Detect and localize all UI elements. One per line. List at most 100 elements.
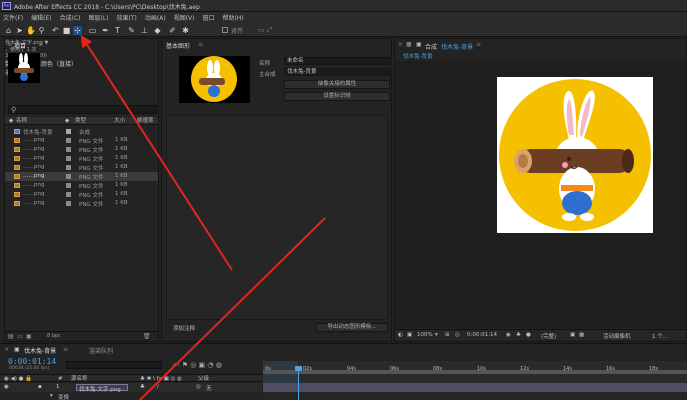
layer-switches-icon[interactable]: ♣ ✱ \ fx ▣ ◎ ◍ — [140, 375, 182, 383]
current-time[interactable]: 0:00:01:14 — [467, 332, 497, 338]
column-parent[interactable]: 父级 — [198, 375, 209, 383]
parent-select[interactable]: 无 — [206, 384, 212, 392]
menu-window[interactable]: 窗口 — [202, 13, 214, 22]
selection-tool-icon[interactable]: ➤ — [15, 26, 24, 35]
label-column-icon[interactable]: ◆ — [65, 117, 69, 125]
playhead-handle[interactable] — [295, 366, 302, 371]
panel-options-icon[interactable]: ≡ — [38, 41, 43, 48]
current-time-indicator[interactable] — [298, 366, 299, 400]
resolution-select[interactable]: (完整) — [541, 332, 556, 340]
grid-icon[interactable]: ⊞ — [445, 332, 450, 338]
project-row[interactable]: ……png PNG 文件 1 KB — [5, 199, 158, 208]
label-swatch[interactable] — [66, 156, 71, 161]
column-size[interactable]: 大小 — [114, 117, 125, 125]
menu-composition[interactable]: 合成(C) — [60, 13, 81, 22]
label-swatch[interactable] — [66, 183, 71, 188]
show-snapshot-icon[interactable]: ♣ — [516, 332, 521, 338]
export-motion-graphics-template-button[interactable]: 导出动态图形模板... — [316, 323, 388, 332]
type-tool-icon[interactable]: T — [113, 26, 122, 35]
av-features-icon[interactable]: ◉ ◀) ● 🔒 — [4, 375, 32, 383]
project-row[interactable]: ……png PNG 文件 1 KB — [5, 190, 158, 199]
tab-composition-name[interactable]: 伐木兔-背景 — [441, 42, 473, 51]
project-row-selected[interactable]: ……png PNG 文件 1 KB — [5, 172, 158, 181]
work-area-bar[interactable] — [263, 370, 687, 374]
label-swatch[interactable] — [66, 201, 71, 206]
column-source-name[interactable]: 源名称 — [71, 375, 88, 383]
new-composition-icon[interactable]: ▣ — [26, 333, 32, 340]
label-swatch[interactable] — [66, 147, 71, 152]
layer-name-field[interactable]: 伐木兔-文字.png — [76, 384, 128, 393]
layer-2d-icon[interactable]: / — [157, 384, 159, 390]
layer-row[interactable]: ◉ ▪ 1 伐木兔-文字.png ♣ / ◎ 无 — [0, 383, 262, 393]
puppet-tool-icon[interactable]: ✱ — [181, 26, 190, 35]
close-tab-icon[interactable]: ✕ — [398, 41, 403, 48]
interpret-footage-icon[interactable]: ▤ — [8, 333, 14, 340]
composition-viewer[interactable] — [395, 61, 686, 327]
roto-brush-tool-icon[interactable]: ✐ — [168, 26, 177, 35]
views-select[interactable]: 1 个... — [652, 332, 668, 340]
rotate-tool-icon[interactable]: ↶ — [51, 26, 60, 35]
expand-chevron-icon[interactable]: ▾ — [50, 393, 53, 399]
label-swatch[interactable] — [66, 138, 71, 143]
transparency-grid-icon[interactable]: ▦ — [579, 332, 584, 338]
delete-icon[interactable]: 🗑 — [143, 333, 151, 340]
timeline-current-time[interactable]: 0:00:01:14 — [8, 357, 56, 366]
label-swatch[interactable] — [66, 129, 71, 134]
label-swatch[interactable] — [66, 165, 71, 170]
panel-menu-icon[interactable]: ≡ — [198, 41, 203, 48]
tab-project[interactable]: 项目 — [14, 41, 26, 50]
add-comment-button[interactable]: 添加注释 — [173, 324, 195, 332]
label-swatch[interactable] — [66, 174, 71, 179]
solo-properties-button[interactable]: 抽像关接的属性 — [284, 80, 390, 89]
project-row[interactable]: ……png PNG 文件 1 KB — [5, 136, 158, 145]
menu-file[interactable]: 文件(F) — [3, 13, 23, 22]
project-row[interactable]: ……png PNG 文件 1 KB — [5, 163, 158, 172]
label-swatch[interactable] — [66, 192, 71, 197]
project-row[interactable]: 伐木兔-背景 合成 — [5, 127, 158, 136]
new-folder-icon[interactable]: ▭ — [17, 333, 23, 340]
lock-icon[interactable]: ■ — [406, 41, 412, 48]
region-of-interest-icon[interactable]: ▣ — [570, 332, 575, 338]
project-row[interactable]: ……png PNG 文件 1 KB — [5, 145, 158, 154]
always-preview-icon[interactable]: ◐ — [398, 332, 403, 338]
column-name[interactable]: 名称 — [16, 117, 27, 125]
channel-icon[interactable]: ● — [526, 332, 531, 338]
tab-render-queue[interactable]: 渲染队列 — [89, 346, 113, 355]
panel-menu-icon[interactable]: ≡ — [63, 346, 68, 353]
name-field[interactable]: 未命名 — [284, 57, 390, 65]
project-search-input[interactable]: ⚲ — [8, 105, 157, 114]
layer-duration-bar[interactable] — [263, 383, 687, 392]
composition-breadcrumb[interactable]: 伐木兔-背景 — [403, 52, 433, 60]
bpc-button[interactable]: 8 bpc — [47, 333, 61, 339]
panel-menu-icon[interactable]: ≡ — [7, 41, 12, 48]
hand-tool-icon[interactable]: ✋ — [26, 26, 36, 35]
master-comp-select[interactable]: 伐木兔-背景 — [284, 68, 390, 76]
menu-layer[interactable]: 图层(L) — [89, 13, 109, 22]
rectangle-tool-icon[interactable]: ▭ — [88, 26, 97, 35]
timeline-search-input[interactable] — [66, 361, 162, 369]
pick-whip-icon[interactable]: ◎ — [196, 384, 201, 390]
home-icon[interactable]: ⌂ — [4, 26, 13, 35]
close-tab-icon[interactable]: ✕ — [4, 346, 9, 353]
eraser-tool-icon[interactable]: ◆ — [153, 26, 162, 35]
tab-essential-graphics[interactable]: 基本图形 — [166, 41, 190, 50]
column-type[interactable]: 类型 — [75, 117, 86, 125]
clone-stamp-tool-icon[interactable]: ⊥ — [140, 26, 149, 35]
timeline-switches-icon[interactable]: ⤺ ⚑ ◎ ▣ ◔ ◍ — [172, 361, 222, 370]
pan-behind-tool-icon[interactable]: ⊹ — [73, 26, 82, 35]
layer-label-swatch[interactable]: ▪ — [38, 384, 42, 390]
panel-menu-icon[interactable]: ≡ — [476, 41, 481, 48]
column-frame-rate[interactable]: 帧速率 — [137, 117, 154, 125]
camera-tool-icon[interactable]: ■ — [62, 26, 71, 35]
mask-icon[interactable]: ◎ — [455, 332, 460, 338]
transform-row[interactable]: ▾ 变换 — [0, 393, 262, 400]
snap-options-icon[interactable]: ▭ ⤢ — [258, 26, 272, 35]
properties-drop-area[interactable] — [166, 115, 388, 320]
label-column-icon[interactable]: ◆ — [9, 117, 13, 125]
menu-animation[interactable]: 动画(A) — [145, 13, 166, 22]
set-poster-time-button[interactable]: 设置标识帧 — [284, 92, 390, 101]
tab-timeline-composition[interactable]: 伐木兔-背景 — [24, 346, 56, 355]
snap-checkbox[interactable] — [222, 27, 228, 33]
project-row[interactable]: ……png PNG 文件 1 KB — [5, 181, 158, 190]
tab-composition-label[interactable]: 合成 — [425, 42, 437, 51]
